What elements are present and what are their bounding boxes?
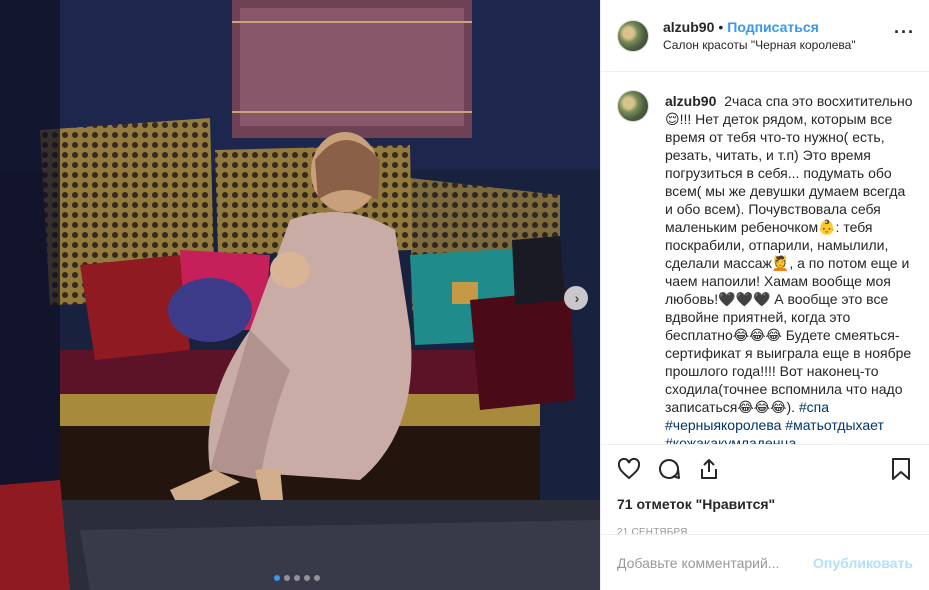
bookmark-icon[interactable] [889,457,913,481]
chevron-right-icon: › [574,290,580,306]
share-icon[interactable] [697,457,721,481]
likes-count[interactable]: 71 отметок "Нравится" [601,495,929,513]
carousel-dot [304,575,310,581]
comments-section[interactable]: alzub90 2часа спа это восхитительно 😌!!!… [601,72,929,445]
hashtag-link[interactable]: #черныякоролева [665,417,781,433]
carousel-dot [274,575,280,581]
caption-comment: alzub90 2часа спа это восхитительно 😌!!!… [617,90,913,444]
photo-illustration [0,0,600,590]
location-link[interactable]: Салон красоты "Черная королева" [663,36,856,54]
caption-body: alzub90 2часа спа это восхитительно 😌!!!… [665,92,913,444]
post-side-panel: alzub90 • Подписаться Салон красоты "Черна… [600,0,929,590]
comment-icon[interactable] [657,457,681,481]
carousel-indicator [274,575,320,581]
heart-icon[interactable] [617,457,641,481]
hashtag-link[interactable]: #кожакакумладенца [665,435,796,444]
more-horizontal-icon[interactable]: ··· [894,22,915,43]
carousel-dot [294,575,300,581]
avatar[interactable] [617,19,649,52]
post-photo[interactable]: › [0,0,600,590]
author-username[interactable]: alzub90 [663,19,714,35]
hashtag-link[interactable]: #матьотдыхает [785,417,884,433]
caption-username[interactable]: alzub90 [665,93,716,109]
publish-button[interactable]: Опубликовать [813,555,913,571]
instagram-post: › alzub90 • Подписаться Салон красоты "Чер… [0,0,929,590]
caption-text: 2часа спа это восхитительно 😌!!! Нет дет… [665,93,913,415]
header-text: alzub90 • Подписаться Салон красоты "Черна… [663,18,856,54]
header-top-line: alzub90 • Подписаться [663,18,856,36]
next-slide-button[interactable]: › [564,286,588,310]
post-header: alzub90 • Подписаться Салон красоты "Черна… [601,0,929,72]
hashtag-link[interactable]: #спа [799,399,829,415]
separator-dot: • [718,18,724,35]
action-bar [601,445,929,493]
carousel-dot [284,575,290,581]
carousel-dot [314,575,320,581]
comment-form: Опубликовать [601,534,929,590]
follow-button[interactable]: Подписаться [727,19,819,35]
avatar[interactable] [617,90,649,122]
comment-input[interactable] [617,554,814,571]
